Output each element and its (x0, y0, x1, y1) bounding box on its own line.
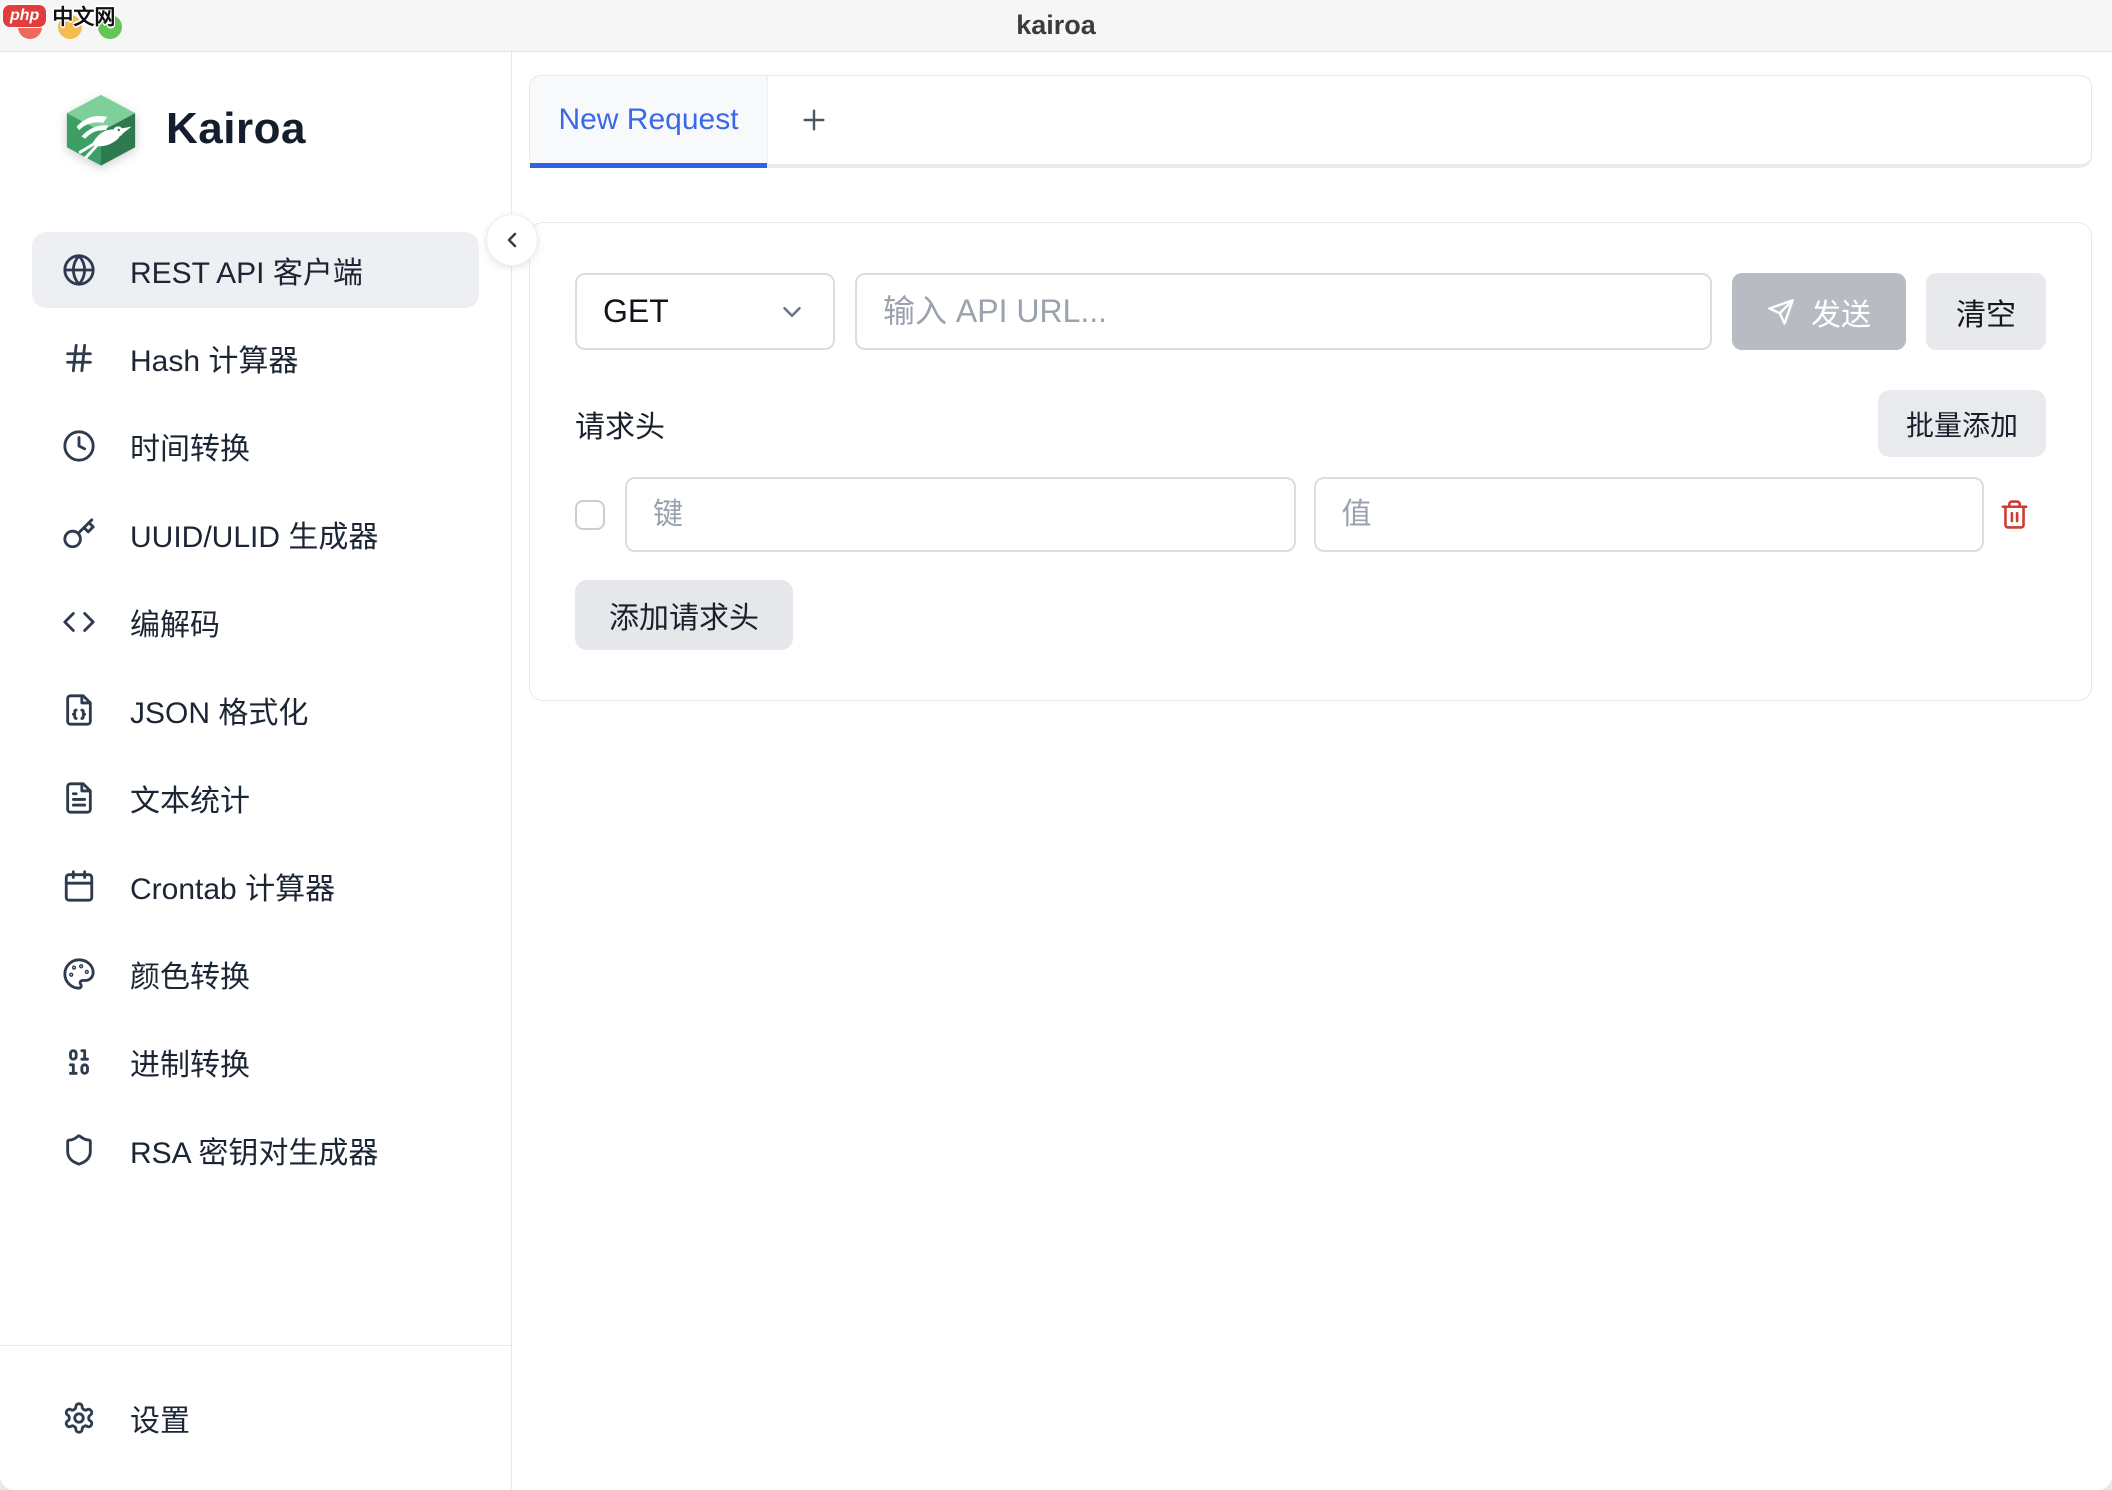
sidebar-item-radix[interactable]: 进制转换 (32, 1024, 479, 1100)
tab-new-request[interactable]: New Request (530, 76, 768, 164)
sidebar-item-label: 时间转换 (130, 424, 250, 468)
window-title: kairoa (1016, 10, 1096, 41)
sidebar-item-settings[interactable]: 设置 (32, 1380, 479, 1456)
file-json-icon (62, 693, 96, 727)
titlebar: kairoa php 中文网 (0, 0, 2112, 52)
window-content: Kairoa REST API 客户端 Hash 计算器时间转换 UUID/ULID… (0, 52, 2112, 1490)
add-header-label: 添加请求头 (609, 593, 759, 637)
shield-icon (62, 1133, 96, 1167)
kairoa-logo-icon (62, 90, 140, 168)
bulk-add-label: 批量添加 (1906, 404, 2018, 444)
headers-title: 请求头 (575, 402, 665, 446)
main-content: New Request GET 发送 (512, 52, 2112, 1490)
clear-button[interactable]: 清空 (1926, 273, 2046, 350)
tab-label: New Request (558, 103, 738, 137)
tab-bar: New Request (529, 75, 2092, 168)
palette-icon (62, 957, 96, 991)
headers-header: 请求头 批量添加 (575, 390, 2046, 457)
send-icon (1767, 298, 1795, 326)
brand: Kairoa (0, 52, 511, 168)
sidebar-item-rest-api[interactable]: REST API 客户端 (32, 232, 479, 308)
watermark-text: 中文网 (52, 1, 115, 31)
trash-icon (1999, 499, 2030, 530)
binary-icon (62, 1045, 96, 1079)
sidebar-item-color[interactable]: 颜色转换 (32, 936, 479, 1012)
sidebar-item-label: UUID/ULID 生成器 (130, 512, 378, 556)
url-row: GET 发送 清空 (575, 273, 2046, 350)
chevron-down-icon (777, 297, 807, 327)
request-card: GET 发送 清空 请求头 批量添加 (529, 222, 2092, 701)
sidebar-item-label: 编解码 (130, 600, 220, 644)
add-header-button[interactable]: 添加请求头 (575, 580, 793, 650)
method-select[interactable]: GET (575, 273, 835, 350)
sidebar: Kairoa REST API 客户端 Hash 计算器时间转换 UUID/ULID… (0, 52, 512, 1490)
sidebar-item-uuid[interactable]: UUID/ULID 生成器 (32, 496, 479, 572)
header-value-input[interactable] (1314, 477, 1985, 552)
add-header-row: 添加请求头 (575, 580, 2046, 650)
send-label: 发送 (1811, 290, 1871, 334)
bulk-add-button[interactable]: 批量添加 (1878, 390, 2046, 457)
add-tab-button[interactable] (768, 76, 860, 164)
sidebar-item-crontab[interactable]: Crontab 计算器 (32, 848, 479, 924)
clear-label: 清空 (1956, 290, 2016, 334)
app-window: kairoa php 中文网 (0, 0, 2112, 1490)
sidebar-item-label: 设置 (130, 1396, 190, 1440)
php-badge: php (2, 4, 47, 28)
sidebar-item-label: REST API 客户端 (130, 248, 363, 292)
sidebar-item-label: Crontab 计算器 (130, 864, 335, 908)
sidebar-item-label: 文本统计 (130, 776, 250, 820)
header-row (575, 477, 2046, 552)
delete-header-button[interactable] (1984, 499, 2046, 530)
header-enabled-checkbox[interactable] (575, 500, 605, 530)
chevron-left-icon (500, 228, 524, 252)
method-value: GET (603, 293, 669, 330)
sidebar-footer: 设置 (0, 1345, 511, 1490)
sidebar-nav: REST API 客户端 Hash 计算器时间转换 UUID/ULID 生成器编解码… (0, 232, 511, 1200)
calendar-icon (62, 869, 96, 903)
php-cn-watermark: php 中文网 (2, 1, 115, 31)
send-button[interactable]: 发送 (1732, 273, 1906, 350)
sidebar-item-label: 颜色转换 (130, 952, 250, 996)
clock-icon (62, 429, 96, 463)
sidebar-collapse-button[interactable] (486, 214, 538, 266)
sidebar-item-text-stats[interactable]: 文本统计 (32, 760, 479, 836)
api-url-input[interactable] (855, 273, 1712, 350)
plus-icon (798, 104, 830, 136)
sidebar-item-label: Hash 计算器 (130, 336, 298, 380)
sidebar-item-json[interactable]: JSON 格式化 (32, 672, 479, 748)
header-key-input[interactable] (625, 477, 1296, 552)
sidebar-item-codec[interactable]: 编解码 (32, 584, 479, 660)
sidebar-item-label: 进制转换 (130, 1040, 250, 1084)
sidebar-item-hash[interactable]: Hash 计算器 (32, 320, 479, 396)
file-text-icon (62, 781, 96, 815)
sidebar-item-label: JSON 格式化 (130, 688, 308, 732)
sidebar-item-time[interactable]: 时间转换 (32, 408, 479, 484)
sidebar-item-rsa[interactable]: RSA 密钥对生成器 (32, 1112, 479, 1188)
hash-icon (62, 341, 96, 375)
key-icon (62, 517, 96, 551)
brand-name: Kairoa (166, 104, 306, 154)
code-icon (62, 605, 96, 639)
settings-icon (62, 1401, 96, 1435)
sidebar-item-label: RSA 密钥对生成器 (130, 1128, 378, 1172)
globe-icon (62, 253, 96, 287)
